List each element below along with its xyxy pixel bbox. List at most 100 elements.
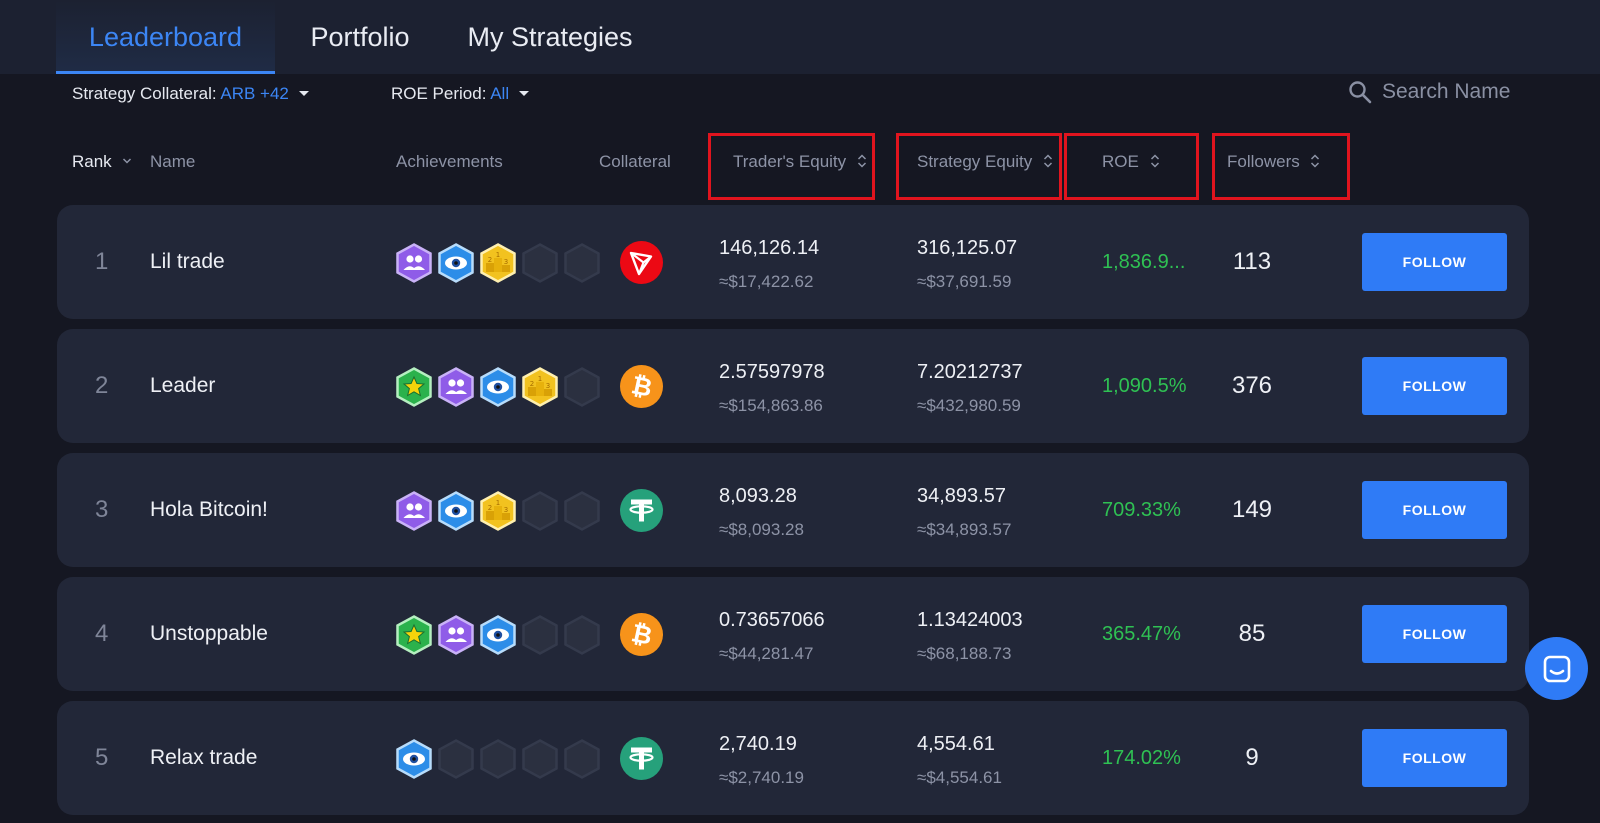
top-nav: Leaderboard Portfolio My Strategies xyxy=(0,0,1600,74)
tron-icon xyxy=(620,241,663,284)
svg-text:3: 3 xyxy=(546,382,550,390)
strategy-equity-value: 4,554.61 xyxy=(917,733,995,755)
rank-number: 2 xyxy=(95,372,109,399)
traders-equity-usd: ≈$154,863.86 xyxy=(719,396,823,415)
roe-value: 1,090.5% xyxy=(1102,374,1187,397)
empty-achievement-slot xyxy=(479,739,517,779)
column-rank[interactable]: Rank xyxy=(72,152,132,172)
highlight-box-traders-equity xyxy=(708,133,875,200)
trader-name[interactable]: Hola Bitcoin! xyxy=(150,453,268,567)
follow-button[interactable]: FOLLOW xyxy=(1362,481,1507,539)
traders-equity-value: 146,126.14 xyxy=(719,237,820,259)
eye-achievement-icon xyxy=(395,739,433,779)
strategy-equity-cell: 316,125.07 ≈$37,691.59 xyxy=(917,237,1017,292)
users-achievement-icon xyxy=(437,615,475,655)
follow-button[interactable]: FOLLOW xyxy=(1362,729,1507,787)
follow-button[interactable]: FOLLOW xyxy=(1362,233,1507,291)
chevron-down-icon xyxy=(519,90,530,96)
eye-achievement-icon xyxy=(437,491,475,531)
chevron-down-icon xyxy=(298,90,309,96)
empty-achievement-slot xyxy=(563,367,601,407)
empty-achievement-slot xyxy=(521,739,559,779)
podium-achievement-icon: 12 3 xyxy=(479,243,517,283)
roe-period-value: All xyxy=(490,84,510,103)
empty-achievement-slot xyxy=(563,491,601,531)
search-input[interactable]: Search Name xyxy=(1348,80,1510,104)
traders-equity-cell: 146,126.14 ≈$17,422.62 xyxy=(719,237,819,292)
table-row[interactable]: 1 Lil trade 1 2 3 146,126.14 ≈$17,422.62 316,12… xyxy=(57,205,1529,319)
strategy-equity-usd: ≈$37,691.59 xyxy=(917,272,1012,291)
roe-value: 365.47% xyxy=(1102,622,1181,645)
tab-portfolio[interactable]: Portfolio xyxy=(290,0,430,74)
highlight-box-followers xyxy=(1212,133,1350,200)
traders-equity-usd: ≈$17,422.62 xyxy=(719,272,814,291)
svg-text:2: 2 xyxy=(488,256,492,264)
follow-button[interactable]: FOLLOW xyxy=(1362,605,1507,663)
chat-launcher-button[interactable] xyxy=(1525,637,1588,700)
tab-my-strategies[interactable]: My Strategies xyxy=(455,0,645,74)
roe-value: 1,836.9... xyxy=(1102,250,1186,273)
eye-achievement-icon xyxy=(479,615,517,655)
star-achievement-icon xyxy=(395,615,433,655)
empty-achievement-slot xyxy=(521,615,559,655)
svg-text:1: 1 xyxy=(496,251,500,259)
roe-period-label: ROE Period: xyxy=(391,84,491,103)
table-row[interactable]: 2 Leader 1 2 3 ₿ 2.57597978 ≈$154,863.86 7.20212… xyxy=(57,329,1529,443)
svg-text:2: 2 xyxy=(530,380,534,388)
podium-achievement-icon: 12 3 xyxy=(521,367,559,407)
traders-equity-usd: ≈$8,093.28 xyxy=(719,520,804,539)
svg-text:1: 1 xyxy=(496,499,500,507)
strategy-equity-value: 7.20212737 xyxy=(917,361,1023,383)
strategy-equity-cell: 4,554.61 ≈$4,554.61 xyxy=(917,733,1002,788)
roe-value: 709.33% xyxy=(1102,498,1181,521)
strategy-equity-value: 34,893.57 xyxy=(917,485,1006,507)
traders-equity-cell: 2.57597978 ≈$154,863.86 xyxy=(719,361,825,416)
trader-name[interactable]: Lil trade xyxy=(150,205,225,319)
strategy-equity-value: 1.13424003 xyxy=(917,609,1023,631)
eye-achievement-icon xyxy=(479,367,517,407)
table-row[interactable]: 3 Hola Bitcoin! 1 2 3 8,093.28 ≈$8,093.28 34,89… xyxy=(57,453,1529,567)
empty-achievement-slot xyxy=(563,739,601,779)
follow-button[interactable]: FOLLOW xyxy=(1362,357,1507,415)
followers-count: 85 xyxy=(1238,620,1266,647)
rank-number: 1 xyxy=(95,248,109,275)
strategy-equity-cell: 7.20212737 ≈$432,980.59 xyxy=(917,361,1023,416)
search-icon xyxy=(1349,81,1372,104)
strategy-collateral-label: Strategy Collateral: xyxy=(72,84,221,103)
strategy-equity-cell: 1.13424003 ≈$68,188.73 xyxy=(917,609,1023,664)
traders-equity-value: 2.57597978 xyxy=(719,361,825,383)
eye-achievement-icon xyxy=(437,243,475,283)
trader-name[interactable]: Unstoppable xyxy=(150,577,268,691)
empty-achievement-slot xyxy=(563,243,601,283)
strategy-equity-usd: ≈$432,980.59 xyxy=(917,396,1021,415)
tab-leaderboard[interactable]: Leaderboard xyxy=(56,0,275,74)
column-achievements: Achievements xyxy=(396,152,503,171)
podium-achievement-icon: 12 3 xyxy=(479,491,517,531)
svg-text:3: 3 xyxy=(504,506,508,514)
followers-count: 9 xyxy=(1245,744,1259,771)
empty-achievement-slot xyxy=(437,739,475,779)
roe-value: 174.02% xyxy=(1102,746,1181,769)
roe-period-dropdown[interactable]: ROE Period: All xyxy=(391,84,530,104)
rank-number: 5 xyxy=(95,744,109,771)
table-row[interactable]: 4 Unstoppable ₿ 0.73657066 ≈$44,281.47 1.1342… xyxy=(57,577,1529,691)
highlight-box-strategy-equity xyxy=(896,133,1062,200)
column-name: Name xyxy=(150,152,196,171)
followers-count: 376 xyxy=(1231,372,1273,399)
trader-name[interactable]: Relax trade xyxy=(150,701,257,815)
active-tab-underline xyxy=(56,71,275,74)
highlight-box-roe xyxy=(1064,133,1199,200)
svg-text:1: 1 xyxy=(538,375,542,383)
traders-equity-usd: ≈$44,281.47 xyxy=(719,644,814,663)
achievements xyxy=(395,739,601,779)
rank-number: 3 xyxy=(95,496,109,523)
trader-name[interactable]: Leader xyxy=(150,329,215,443)
strategy-equity-usd: ≈$34,893.57 xyxy=(917,520,1012,539)
traders-equity-cell: 8,093.28 ≈$8,093.28 xyxy=(719,485,804,540)
table-row[interactable]: 5 Relax trade 2,740.19 ≈$2,740.19 4,554.61 ≈$… xyxy=(57,701,1529,815)
users-achievement-icon xyxy=(395,491,433,531)
users-achievement-icon xyxy=(395,243,433,283)
traders-equity-value: 8,093.28 xyxy=(719,485,797,507)
bitcoin-icon: ₿ xyxy=(620,365,663,408)
strategy-collateral-dropdown[interactable]: Strategy Collateral: ARB +42 xyxy=(72,84,309,104)
